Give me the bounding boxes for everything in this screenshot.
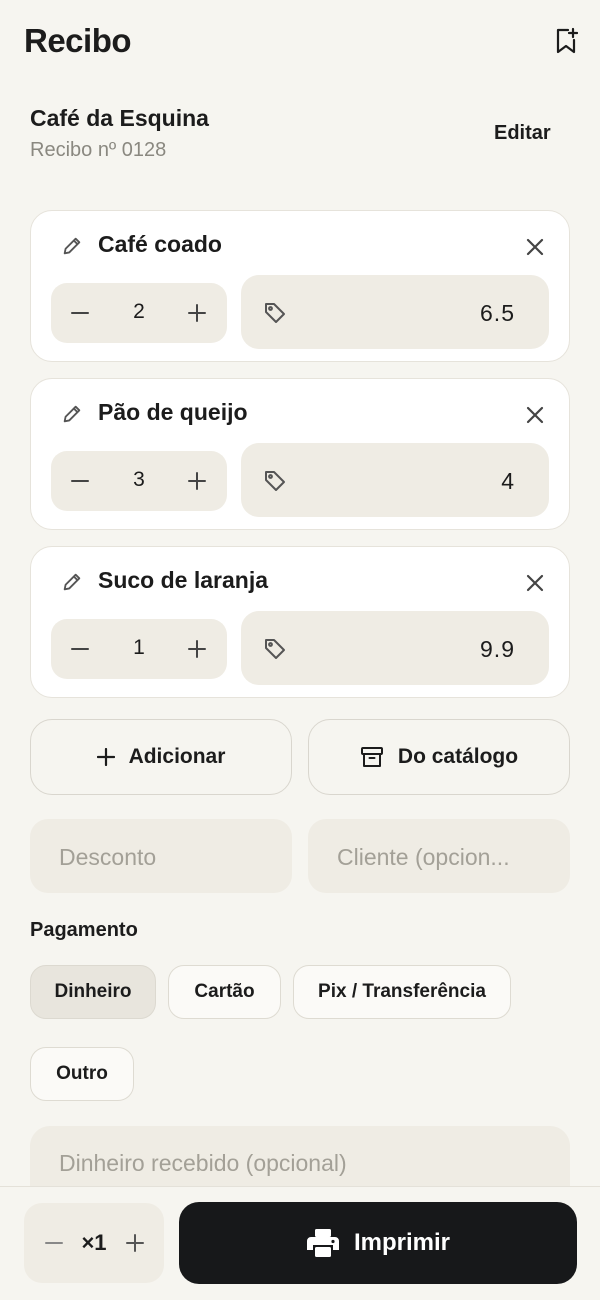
payment-option-cash[interactable]: Dinheiro — [30, 965, 156, 1019]
quantity-stepper: 3 — [51, 451, 227, 511]
bookmark-add-button[interactable] — [552, 26, 580, 56]
payment-option-pix[interactable]: Pix / Transferência — [293, 965, 511, 1019]
price-value: 9.9 — [480, 636, 515, 662]
from-catalog-label: Do catálogo — [397, 745, 519, 768]
printer-icon — [306, 1229, 339, 1257]
edit-item-button[interactable] — [59, 233, 85, 259]
shop-name: Café da Esquina — [30, 105, 209, 131]
price-value: 4 — [501, 468, 515, 494]
edit-item-button[interactable] — [59, 569, 85, 595]
payment-option-other[interactable]: Outro — [30, 1047, 134, 1101]
client-input[interactable]: Cliente (opcion... — [308, 819, 570, 893]
pencil-icon — [63, 405, 81, 423]
price-value: 6.5 — [480, 300, 515, 326]
increase-quantity-button[interactable] — [182, 634, 212, 664]
add-item-button[interactable]: Adicionar — [30, 719, 292, 795]
plus-icon — [96, 748, 115, 766]
item-name[interactable]: Pão de queijo — [98, 399, 248, 426]
increase-copies-button[interactable] — [120, 1228, 150, 1258]
increase-quantity-button[interactable] — [182, 466, 212, 496]
item-name[interactable]: Café coado — [98, 231, 222, 258]
pencil-icon — [63, 573, 81, 591]
pencil-icon — [63, 237, 81, 255]
plus-icon — [188, 640, 206, 658]
item-card: Café coado 2 6.5 — [30, 210, 570, 362]
archive-box-icon — [360, 747, 383, 767]
payment-option-card[interactable]: Cartão — [168, 965, 281, 1019]
edit-button[interactable]: Editar — [488, 118, 557, 149]
plus-icon — [126, 1234, 144, 1252]
from-catalog-button[interactable]: Do catálogo — [308, 719, 570, 795]
plus-icon — [188, 472, 206, 490]
quantity-stepper: 2 — [51, 283, 227, 343]
item-card: Suco de laranja 1 9.9 — [30, 546, 570, 698]
remove-item-button[interactable] — [521, 569, 549, 597]
price-input[interactable]: 6.5 — [241, 275, 549, 349]
copies-stepper: ×1 — [24, 1203, 164, 1283]
print-label: Imprimir — [353, 1229, 451, 1256]
remove-item-button[interactable] — [521, 401, 549, 429]
print-button[interactable]: Imprimir — [179, 1202, 577, 1284]
remove-item-button[interactable] — [521, 233, 549, 261]
tag-icon — [265, 471, 285, 491]
close-icon — [526, 406, 544, 424]
page-title: Recibo — [24, 22, 132, 59]
tag-icon — [265, 639, 285, 659]
bookmark-plus-icon — [556, 27, 578, 54]
close-icon — [526, 574, 544, 592]
payment-label: Pagamento — [30, 919, 138, 941]
increase-quantity-button[interactable] — [182, 298, 212, 328]
receipt-number: Recibo nº 0128 — [30, 139, 167, 161]
edit-item-button[interactable] — [59, 401, 85, 427]
plus-icon — [188, 304, 206, 322]
footer-bar: ×1 Imprimir — [0, 1186, 600, 1300]
price-input[interactable]: 4 — [241, 443, 549, 517]
item-card: Pão de queijo 3 4 — [30, 378, 570, 530]
add-item-label: Adicionar — [128, 745, 226, 768]
close-icon — [526, 238, 544, 256]
quantity-stepper: 1 — [51, 619, 227, 679]
price-input[interactable]: 9.9 — [241, 611, 549, 685]
discount-input[interactable]: Desconto — [30, 819, 292, 893]
item-name[interactable]: Suco de laranja — [98, 567, 268, 594]
tag-icon — [265, 303, 285, 323]
